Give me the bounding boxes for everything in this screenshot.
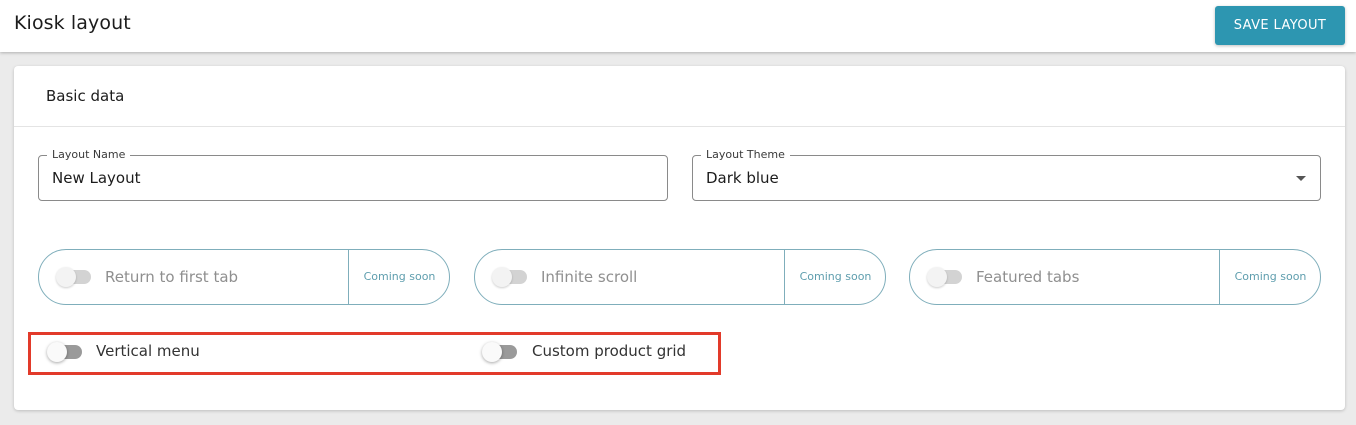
pill-label: Featured tabs — [976, 268, 1080, 286]
pill-label: Infinite scroll — [541, 268, 638, 286]
layout-name-field[interactable]: Layout Name New Layout — [38, 148, 668, 201]
infinite-scroll-switch — [492, 267, 528, 287]
switch-thumb — [927, 267, 947, 287]
return-to-first-tab-switch — [56, 267, 92, 287]
layout-name-label: Layout Name — [47, 148, 131, 162]
card-header: Basic data — [14, 66, 1345, 127]
featured-tabs-pill: Featured tabs Coming soon — [909, 249, 1321, 305]
top-app-bar: Kiosk layout SAVE LAYOUT — [0, 0, 1356, 52]
layout-theme-select[interactable]: Layout Theme Dark blue — [692, 148, 1321, 201]
vertical-menu-label: Vertical menu — [96, 342, 200, 360]
chevron-down-icon[interactable] — [1296, 176, 1306, 181]
switch-thumb[interactable] — [47, 342, 67, 362]
coming-soon-badge: Coming soon — [363, 270, 436, 283]
switch-thumb — [492, 267, 512, 287]
coming-soon-badge: Coming soon — [1234, 270, 1307, 283]
layout-name-input[interactable]: New Layout — [52, 169, 140, 187]
switch-thumb — [56, 267, 76, 287]
vertical-menu-switch[interactable] — [47, 342, 83, 362]
infinite-scroll-pill: Infinite scroll Coming soon — [474, 249, 886, 305]
return-to-first-tab-pill: Return to first tab Coming soon — [38, 249, 450, 305]
switch-thumb[interactable] — [482, 342, 502, 362]
featured-tabs-switch — [927, 267, 963, 287]
save-layout-button[interactable]: SAVE LAYOUT — [1215, 6, 1345, 45]
basic-data-card: Basic data Layout Name New Layout Layout… — [14, 66, 1345, 410]
coming-soon-badge: Coming soon — [799, 270, 872, 283]
card-title: Basic data — [46, 87, 125, 105]
layout-theme-label: Layout Theme — [701, 148, 790, 162]
custom-product-grid-switch[interactable] — [482, 342, 518, 362]
pill-label: Return to first tab — [105, 268, 239, 286]
custom-product-grid-label: Custom product grid — [532, 342, 687, 360]
layout-theme-value: Dark blue — [706, 169, 779, 187]
page-title: Kiosk layout — [14, 12, 131, 34]
